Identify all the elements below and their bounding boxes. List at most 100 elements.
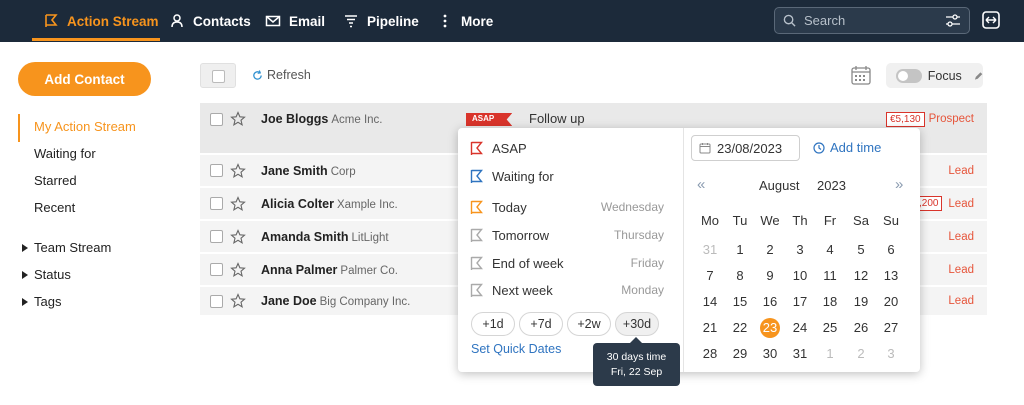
calendar-day[interactable]: 14: [695, 291, 725, 313]
calendar-day[interactable]: 5: [846, 239, 876, 261]
search-icon: [783, 14, 796, 27]
calendar-day[interactable]: 20: [876, 291, 906, 313]
calendar-day[interactable]: 4: [815, 239, 845, 261]
calendar-day-number: 14: [702, 294, 718, 309]
search-input[interactable]: [804, 13, 934, 28]
calendar-icon[interactable]: [850, 64, 872, 86]
row-checkbox[interactable]: [210, 230, 223, 243]
checkbox[interactable]: [212, 70, 225, 83]
filter-sliders-icon[interactable]: [945, 13, 961, 29]
row-checkbox[interactable]: [210, 295, 223, 308]
group-label: Team Stream: [34, 240, 112, 255]
calendar-day-number: 20: [883, 294, 899, 309]
sidebar-item-waiting-for[interactable]: Waiting for: [34, 146, 96, 161]
star-icon[interactable]: [230, 163, 246, 179]
calendar-day[interactable]: 25: [815, 317, 845, 339]
row-checkbox[interactable]: [210, 164, 223, 177]
calendar-day[interactable]: 30: [755, 343, 785, 365]
expand-icon[interactable]: [981, 10, 1001, 30]
calendar-day[interactable]: 22: [725, 317, 755, 339]
calendar-day[interactable]: 15: [725, 291, 755, 313]
calendar-day-number: 3: [887, 346, 895, 361]
calendar-day[interactable]: 23: [755, 317, 785, 339]
star-icon[interactable]: [230, 111, 246, 127]
calendar-day[interactable]: 1: [815, 343, 845, 365]
calendar-day[interactable]: 11: [815, 265, 845, 287]
sidebar-group-team-stream[interactable]: Team Stream: [22, 240, 111, 255]
person-icon: [171, 14, 183, 28]
calendar-day[interactable]: 7: [695, 265, 725, 287]
contact-name[interactable]: Jane Doe Big Company Inc.: [261, 294, 410, 308]
contact-name[interactable]: Joe Bloggs Acme Inc.: [261, 112, 383, 126]
contact-name[interactable]: Amanda Smith LitLight: [261, 230, 389, 244]
calendar-day-number: 28: [702, 346, 718, 361]
calendar-day[interactable]: 31: [695, 239, 725, 261]
calendar-day[interactable]: 19: [846, 291, 876, 313]
nav-label: More: [461, 13, 494, 29]
nav-contacts[interactable]: Contacts: [169, 0, 251, 42]
calendar-day[interactable]: 18: [815, 291, 845, 313]
nav-more[interactable]: More: [437, 0, 493, 42]
calendar-day[interactable]: 3: [876, 343, 906, 365]
contact-name[interactable]: Anna Palmer Palmer Co.: [261, 263, 398, 277]
calendar-day[interactable]: 6: [876, 239, 906, 261]
sidebar-group-status[interactable]: Status: [22, 267, 71, 282]
top-navigation-bar: Action Stream Contacts Email Pipeline Mo…: [0, 0, 1024, 42]
calendar-day[interactable]: 17: [785, 291, 815, 313]
calendar-day[interactable]: 21: [695, 317, 725, 339]
calendar-day[interactable]: 2: [846, 343, 876, 365]
calendar-day-number: 2: [766, 242, 774, 257]
nav-pipeline[interactable]: Pipeline: [343, 0, 419, 42]
calendar-day[interactable]: 31: [785, 343, 815, 365]
sidebar-item-recent[interactable]: Recent: [34, 200, 75, 215]
calendar-day-number: 19: [853, 294, 869, 309]
calendar-day[interactable]: 8: [725, 265, 755, 287]
calendar-day-number: 31: [792, 346, 808, 361]
company-name: Big Company Inc.: [319, 296, 411, 308]
pencil-icon[interactable]: [974, 71, 983, 81]
sidebar-item-my-action-stream[interactable]: My Action Stream: [34, 119, 136, 134]
calendar-day[interactable]: 9: [755, 265, 785, 287]
calendar-day[interactable]: 27: [876, 317, 906, 339]
calendar-day[interactable]: 2: [755, 239, 785, 261]
active-item-indicator: [18, 114, 20, 142]
company-name: LitLight: [351, 232, 389, 244]
star-icon[interactable]: [230, 293, 246, 309]
calendar-day[interactable]: 26: [846, 317, 876, 339]
calendar-day[interactable]: 28: [695, 343, 725, 365]
star-icon[interactable]: [230, 196, 246, 212]
star-icon[interactable]: [230, 229, 246, 245]
row-checkbox[interactable]: [210, 263, 223, 276]
toggle-switch[interactable]: [896, 68, 922, 83]
calendar-day[interactable]: 10: [785, 265, 815, 287]
refresh-button[interactable]: Refresh: [252, 68, 311, 82]
task-label[interactable]: Follow up: [529, 111, 585, 126]
star-icon[interactable]: [230, 262, 246, 278]
focus-toggle[interactable]: Focus: [886, 63, 983, 88]
calendar-day[interactable]: 24: [785, 317, 815, 339]
active-nav-underline: [32, 38, 160, 41]
calendar-day[interactable]: 12: [846, 265, 876, 287]
sidebar-group-tags[interactable]: Tags: [22, 294, 61, 309]
calendar-day[interactable]: 1: [725, 239, 755, 261]
calendar-day[interactable]: 13: [876, 265, 906, 287]
due-date-popup: ASAP Waiting for Today Wednesday Tomorro…: [458, 128, 920, 372]
sidebar-item-starred[interactable]: Starred: [34, 173, 77, 188]
calendar-day-number: 25: [822, 320, 838, 335]
calendar-day[interactable]: 29: [725, 343, 755, 365]
calendar-day[interactable]: 3: [785, 239, 815, 261]
nav-label: Action Stream: [67, 13, 159, 29]
more-vertical-icon: [443, 14, 447, 28]
calendar-day-number: 4: [826, 242, 834, 257]
funnel-icon: [345, 15, 357, 28]
nav-email[interactable]: Email: [265, 0, 325, 42]
select-all-checkbox[interactable]: [200, 63, 236, 88]
nav-action-stream[interactable]: Action Stream: [43, 0, 159, 42]
row-checkbox[interactable]: [210, 197, 223, 210]
calendar-day[interactable]: 16: [755, 291, 785, 313]
calendar-day-number: 26: [853, 320, 869, 335]
row-checkbox[interactable]: [210, 113, 223, 126]
contact-name[interactable]: Jane Smith Corp: [261, 164, 356, 178]
add-contact-button[interactable]: Add Contact: [18, 62, 151, 96]
contact-name[interactable]: Alicia Colter Xample Inc.: [261, 197, 398, 211]
